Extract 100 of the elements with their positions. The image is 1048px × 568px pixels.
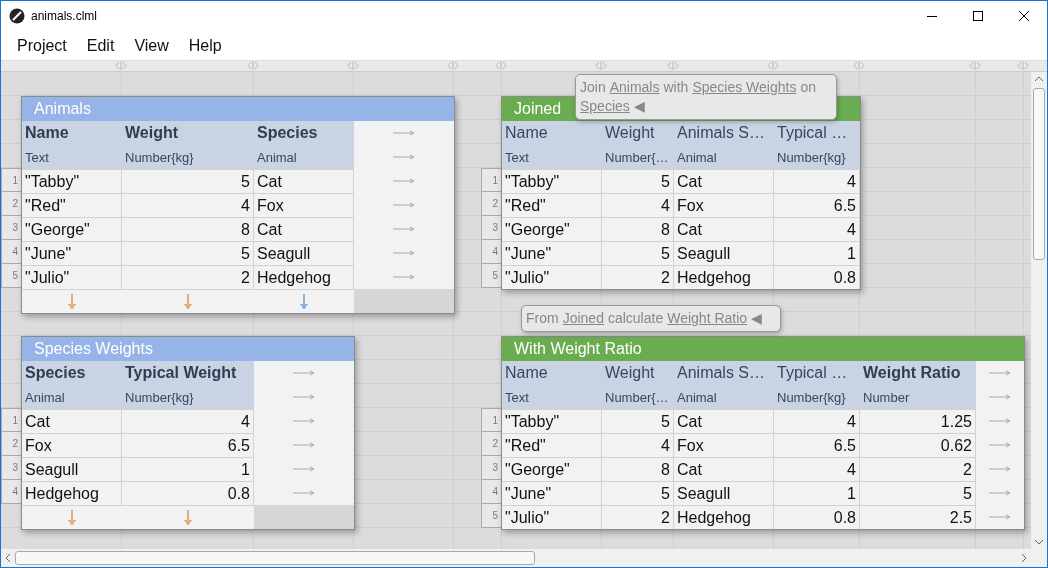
- column-type: Number{kg}: [122, 145, 254, 169]
- column-type: Animal: [674, 385, 774, 409]
- column-header[interactable]: Typical Weight: [122, 361, 254, 385]
- menu-item[interactable]: View: [124, 32, 179, 59]
- table-cell: 4: [122, 193, 254, 217]
- table-cell: 4: [774, 409, 860, 433]
- arrow-right-icon[interactable]: [393, 274, 415, 280]
- column-resize-icon[interactable]: [852, 61, 866, 70]
- arrow-right-icon[interactable]: [293, 370, 315, 376]
- arrow-right-icon[interactable]: [293, 394, 315, 400]
- arrow-down-icon[interactable]: [68, 509, 76, 526]
- arrow-down-icon[interactable]: [184, 293, 192, 310]
- menu-item[interactable]: Edit: [76, 32, 125, 59]
- table-cell: 5: [602, 481, 674, 505]
- table-cell: "June": [22, 241, 122, 265]
- column-header[interactable]: Species: [22, 361, 122, 385]
- scroll-down-icon[interactable]: [1034, 539, 1044, 545]
- table-cell: Cat: [22, 409, 122, 433]
- formula-text: ◀: [751, 309, 763, 328]
- table-cell: 4: [774, 217, 860, 241]
- column-resize-icon[interactable]: [246, 61, 260, 70]
- table-cell: 0.8: [774, 505, 860, 529]
- column-header[interactable]: Animals S…: [674, 121, 774, 145]
- table-cell: "Tabby": [22, 169, 122, 193]
- table-cell: 4: [602, 433, 674, 457]
- column-resize-icon[interactable]: [594, 61, 608, 70]
- column-header[interactable]: Weight: [122, 121, 254, 145]
- column-resize-icon[interactable]: [666, 61, 680, 70]
- column-header[interactable]: Name: [502, 121, 602, 145]
- table-cell: Fox: [674, 433, 774, 457]
- table-cell: "Julio": [502, 265, 602, 289]
- column-header[interactable]: Weight Ratio: [860, 361, 976, 385]
- arrow-right-icon[interactable]: [989, 394, 1011, 400]
- table-cell: Seagull: [254, 241, 354, 265]
- arrow-right-icon[interactable]: [989, 490, 1011, 496]
- table-cell: "Red": [22, 193, 122, 217]
- row-number: 4: [1, 240, 21, 264]
- window-title: animals.clml: [31, 9, 97, 23]
- row-number: 4: [481, 480, 501, 504]
- horizontal-scrollbar[interactable]: [1, 549, 1047, 567]
- vertical-scrollbar[interactable]: [1031, 72, 1047, 549]
- column-header[interactable]: Weight: [602, 361, 674, 385]
- table-cell: 2: [860, 457, 976, 481]
- arrow-right-icon[interactable]: [293, 490, 315, 496]
- arrow-right-icon[interactable]: [393, 154, 415, 160]
- table-cell: 1.25: [860, 409, 976, 433]
- column-resize-icon[interactable]: [968, 61, 982, 70]
- arrow-right-icon[interactable]: [989, 370, 1011, 376]
- arrow-right-icon[interactable]: [393, 130, 415, 136]
- row-number: 1: [1, 168, 21, 192]
- arrow-right-icon[interactable]: [989, 514, 1011, 520]
- table-cell: "June": [502, 481, 602, 505]
- column-header[interactable]: Animals S…: [674, 361, 774, 385]
- arrow-right-icon[interactable]: [989, 442, 1011, 448]
- column-header[interactable]: Name: [502, 361, 602, 385]
- menu-item[interactable]: Project: [7, 32, 77, 59]
- column-header[interactable]: Typical …: [774, 121, 860, 145]
- row-number: 3: [481, 216, 501, 240]
- table-cell: 8: [602, 217, 674, 241]
- column-resize-icon[interactable]: [446, 61, 460, 70]
- arrow-right-icon[interactable]: [393, 202, 415, 208]
- table-cell: Cat: [674, 169, 774, 193]
- arrow-right-icon[interactable]: [293, 466, 315, 472]
- column-type: Text: [22, 145, 122, 169]
- arrow-right-icon[interactable]: [393, 250, 415, 256]
- formula-text: ◀: [633, 97, 645, 116]
- column-header[interactable]: Name: [22, 121, 122, 145]
- column-header[interactable]: Species: [254, 121, 354, 145]
- table-cell: 2: [602, 265, 674, 289]
- arrow-right-icon[interactable]: [293, 418, 315, 424]
- row-number: 2: [1, 432, 21, 456]
- arrow-right-icon[interactable]: [293, 442, 315, 448]
- arrow-down-icon[interactable]: [300, 293, 308, 310]
- scroll-left-icon[interactable]: [5, 553, 11, 563]
- scroll-up-icon[interactable]: [1034, 76, 1044, 82]
- arrow-right-icon[interactable]: [989, 466, 1011, 472]
- column-type: Animal: [22, 385, 122, 409]
- scrollbar-thumb[interactable]: [15, 551, 535, 565]
- arrow-right-icon[interactable]: [393, 178, 415, 184]
- column-resize-icon[interactable]: [346, 61, 360, 70]
- scrollbar-thumb[interactable]: [1033, 88, 1045, 260]
- column-type: Text: [502, 145, 602, 169]
- arrow-right-icon[interactable]: [989, 418, 1011, 424]
- scroll-right-icon[interactable]: [1021, 553, 1027, 563]
- column-resize-icon[interactable]: [766, 61, 780, 70]
- column-resize-icon[interactable]: [494, 61, 508, 70]
- table-cell: 1: [122, 457, 254, 481]
- formula-text: Join: [580, 78, 606, 97]
- arrow-down-icon[interactable]: [68, 293, 76, 310]
- column-resize-icon[interactable]: [114, 61, 128, 70]
- table-cell: Cat: [254, 169, 354, 193]
- column-resize-icon[interactable]: [1016, 61, 1030, 70]
- column-header[interactable]: Typical …: [774, 361, 860, 385]
- table-cell: 4: [602, 193, 674, 217]
- table-title: Animals: [22, 97, 454, 121]
- menu-item[interactable]: Help: [178, 32, 232, 59]
- arrow-down-icon[interactable]: [184, 509, 192, 526]
- table-cell: Fox: [674, 193, 774, 217]
- column-header[interactable]: Weight: [602, 121, 674, 145]
- arrow-right-icon[interactable]: [393, 226, 415, 232]
